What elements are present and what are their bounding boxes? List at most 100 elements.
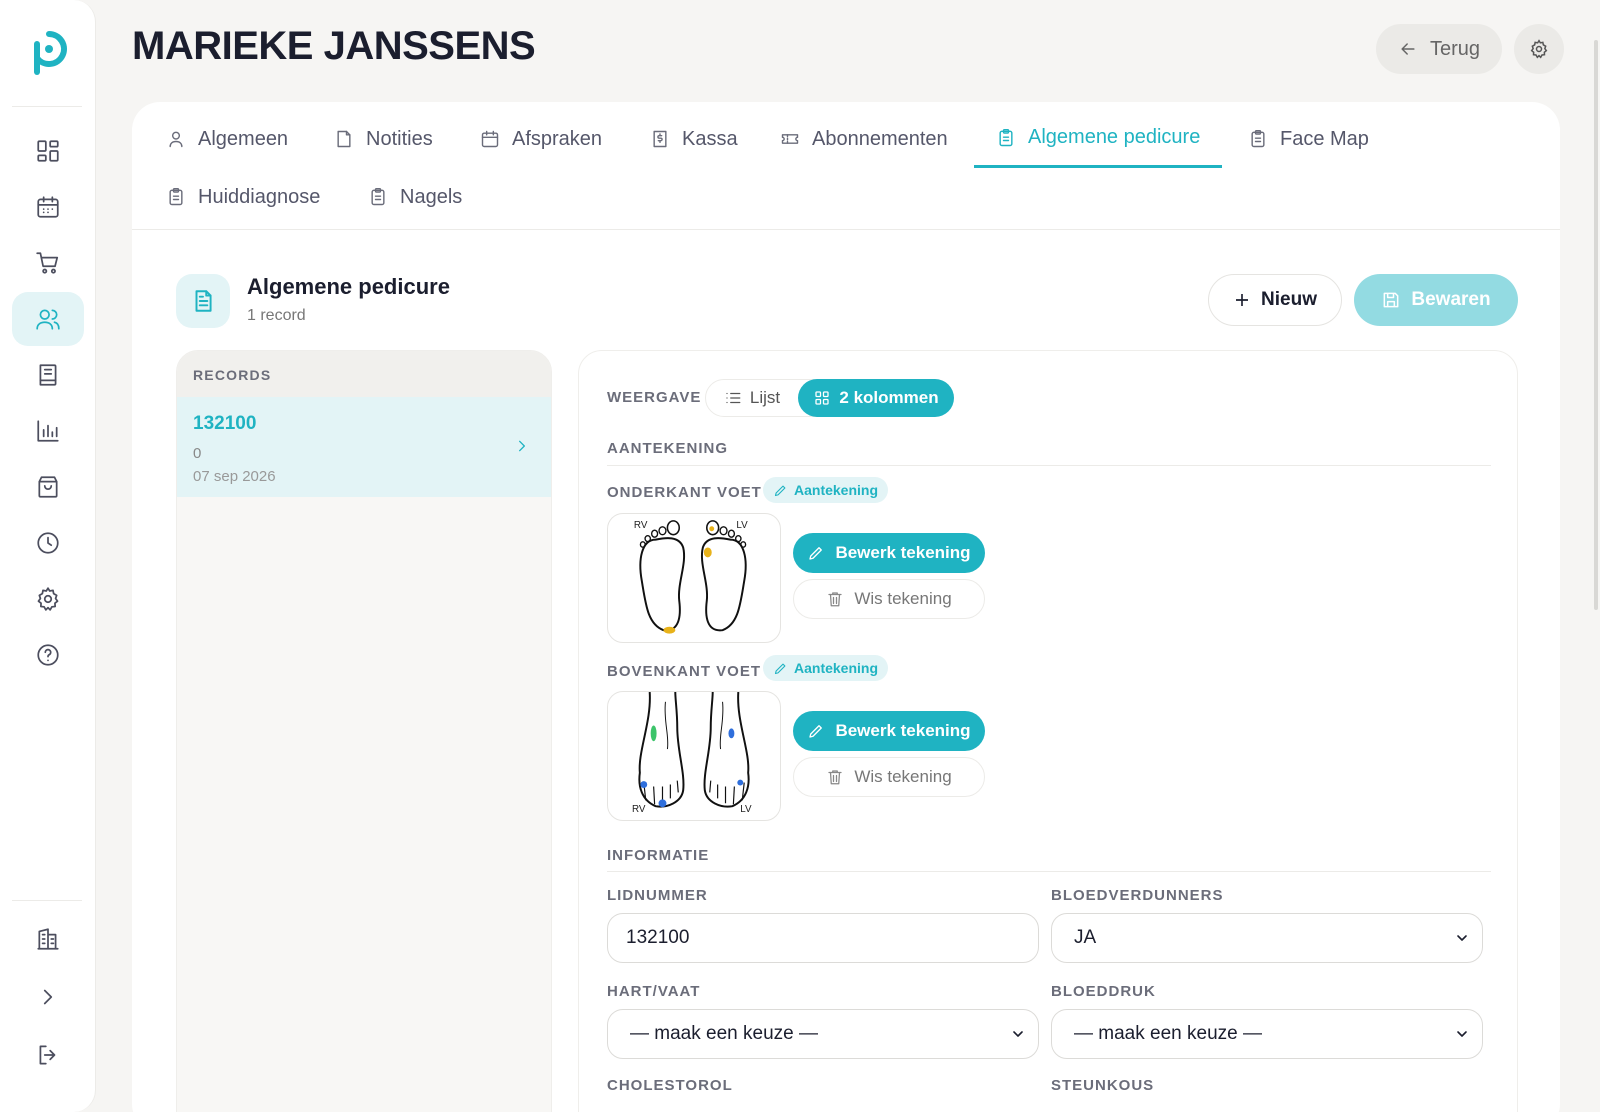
edit-drawing-button[interactable]: Bewerk tekening bbox=[793, 711, 985, 751]
user-icon bbox=[169, 131, 183, 148]
nav-products[interactable] bbox=[12, 460, 84, 514]
page-title: MARIEKE JANSSENS bbox=[132, 24, 536, 68]
view-option-two-columns[interactable]: 2 kolommen bbox=[798, 379, 954, 417]
divider bbox=[607, 871, 1491, 872]
new-button[interactable]: Nieuw bbox=[1208, 274, 1342, 326]
sole-drawing[interactable]: RV LV bbox=[607, 513, 781, 643]
tab-bar: Algemeen Notities Afspraken Kassa Abonne… bbox=[132, 102, 1560, 230]
tab-label: Notities bbox=[366, 127, 433, 150]
tab-huiddiagnose[interactable]: Huiddiagnose bbox=[144, 168, 342, 226]
sidebar bbox=[0, 0, 96, 1112]
view-option-label: Lijst bbox=[749, 388, 781, 407]
annotation-badge: Aantekening bbox=[763, 655, 889, 681]
nav-history[interactable] bbox=[12, 516, 84, 570]
nav-company[interactable] bbox=[12, 912, 84, 966]
tab-notities[interactable]: Notities bbox=[312, 110, 455, 168]
record-item[interactable]: 132100 0 07 sep 2026 bbox=[177, 397, 551, 497]
nav-logout[interactable] bbox=[12, 1028, 84, 1082]
save-button-label: Bewaren bbox=[1411, 289, 1491, 310]
foot-top-illustration: RV LV bbox=[632, 692, 752, 815]
blood-pressure-select[interactable]: — maak een keuze — bbox=[1051, 1009, 1483, 1059]
sole-label: ONDERKANT VOET bbox=[607, 484, 762, 501]
save-button[interactable]: Bewaren bbox=[1354, 274, 1518, 326]
clear-drawing-button[interactable]: Wis tekening bbox=[793, 579, 985, 619]
pencil-icon bbox=[774, 485, 786, 496]
info-heading: INFORMATIE bbox=[607, 847, 710, 864]
edit-drawing-button[interactable]: Bewerk tekening bbox=[793, 533, 985, 573]
tab-face-map[interactable]: Face Map bbox=[1226, 110, 1391, 168]
tab-algemene-pedicure[interactable]: Algemene pedicure bbox=[974, 110, 1223, 168]
edit-drawing-label: Bewerk tekening bbox=[835, 721, 971, 740]
bag-icon bbox=[38, 476, 58, 498]
clear-drawing-button[interactable]: Wis tekening bbox=[793, 757, 985, 797]
view-label: WEERGAVE bbox=[607, 389, 702, 406]
nav-cart[interactable] bbox=[12, 236, 84, 290]
logout-icon bbox=[39, 1045, 56, 1065]
tab-label: Nagels bbox=[400, 185, 463, 208]
nav-book[interactable] bbox=[12, 348, 84, 402]
note-icon bbox=[337, 130, 351, 148]
tab-label: Huiddiagnose bbox=[198, 185, 321, 208]
records-panel: RECORDS 132100 0 07 sep 2026 bbox=[176, 350, 552, 1112]
top-foot-drawing[interactable]: RV LV bbox=[607, 691, 781, 821]
record-value: 0 bbox=[193, 445, 202, 462]
select-value: — maak een keuze — bbox=[630, 1023, 818, 1044]
heart-vessels-select[interactable]: — maak een keuze — bbox=[607, 1009, 1039, 1059]
grid-icon bbox=[815, 391, 830, 405]
chevron-down-icon bbox=[1013, 1031, 1023, 1037]
chart-icon bbox=[37, 420, 59, 442]
record-date: 07 sep 2026 bbox=[193, 468, 276, 485]
settings-button[interactable] bbox=[1514, 24, 1564, 74]
tab-kassa[interactable]: Kassa bbox=[628, 110, 760, 168]
tab-algemeen[interactable]: Algemeen bbox=[144, 110, 310, 168]
record-count: 1 record bbox=[247, 307, 306, 324]
users-icon bbox=[36, 309, 60, 330]
back-button[interactable]: Terug bbox=[1376, 24, 1502, 74]
foot-side-tag: RV bbox=[632, 804, 646, 815]
nav-expand[interactable] bbox=[12, 970, 84, 1024]
field-label: CHOLESTOROL bbox=[607, 1077, 733, 1094]
nav-calendar[interactable] bbox=[12, 180, 84, 234]
blood-thinners-select[interactable]: JA bbox=[1051, 913, 1483, 963]
nav-settings[interactable] bbox=[12, 572, 84, 626]
clipboard-icon bbox=[1251, 129, 1265, 148]
section-icon bbox=[176, 274, 230, 328]
book-icon bbox=[39, 364, 57, 386]
annotation-badge-label: Aantekening bbox=[794, 482, 879, 498]
help-icon bbox=[37, 644, 59, 666]
gear-icon bbox=[1530, 39, 1548, 59]
chevron-down-icon bbox=[1457, 1031, 1467, 1037]
arrow-left-icon bbox=[1401, 43, 1415, 55]
select-value: JA bbox=[1074, 927, 1097, 948]
nav-clients[interactable] bbox=[12, 292, 84, 346]
clear-drawing-label: Wis tekening bbox=[854, 589, 952, 608]
tab-abonnementen[interactable]: Abonnementen bbox=[758, 110, 970, 168]
foot-side-tag: LV bbox=[740, 804, 752, 815]
tab-afspraken[interactable]: Afspraken bbox=[458, 110, 624, 168]
nav-help[interactable] bbox=[12, 628, 84, 682]
edit-drawing-label: Bewerk tekening bbox=[835, 543, 971, 562]
client-card: Algemeen Notities Afspraken Kassa Abonne… bbox=[132, 102, 1560, 1112]
records-header: RECORDS bbox=[177, 351, 551, 397]
view-toggle: Lijst 2 kolommen bbox=[705, 379, 954, 417]
record-id: 132100 bbox=[193, 413, 257, 434]
section-title: Algemene pedicure bbox=[247, 274, 450, 299]
receipt-icon bbox=[653, 130, 667, 148]
app-logo[interactable] bbox=[30, 30, 68, 76]
select-value: — maak een keuze — bbox=[1074, 1023, 1262, 1044]
nav-reports[interactable] bbox=[12, 404, 84, 458]
scrollbar[interactable] bbox=[1594, 40, 1598, 610]
ticket-icon bbox=[781, 134, 799, 144]
pencil-icon bbox=[809, 547, 823, 560]
plus-icon bbox=[1236, 294, 1249, 306]
list-icon bbox=[726, 392, 741, 404]
nav-dashboard[interactable] bbox=[12, 124, 84, 178]
tab-label: Afspraken bbox=[512, 127, 603, 150]
tab-nagels[interactable]: Nagels bbox=[346, 168, 484, 226]
foot-sole-illustration: RV LV bbox=[634, 520, 748, 634]
field-label: BLOEDVERDUNNERS bbox=[1051, 887, 1224, 904]
trash-icon bbox=[828, 770, 842, 785]
view-option-list[interactable]: Lijst bbox=[706, 380, 798, 416]
member-number-input[interactable]: 132100 bbox=[607, 913, 1039, 963]
cart-icon bbox=[36, 252, 59, 274]
